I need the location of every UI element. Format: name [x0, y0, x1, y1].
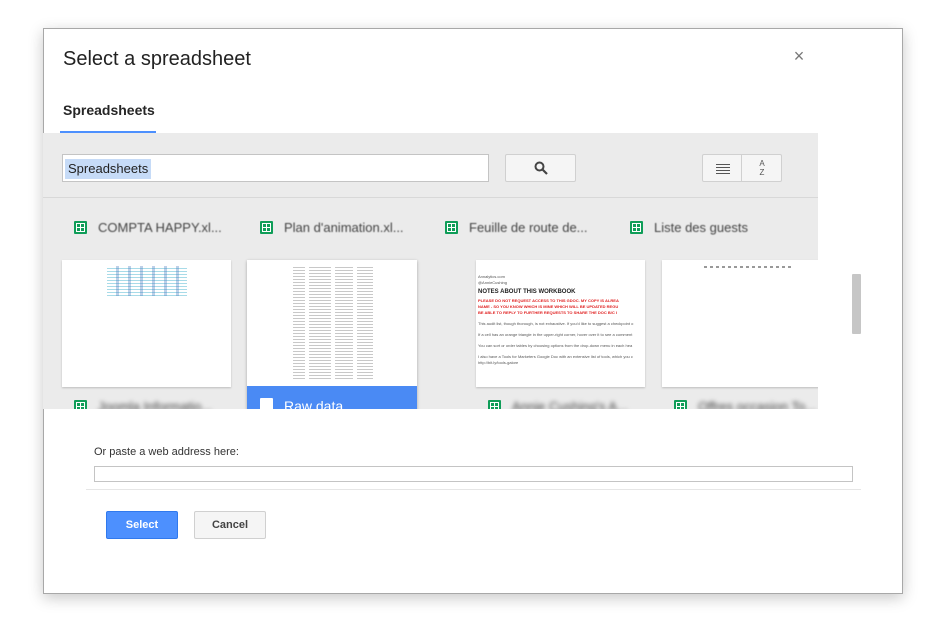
- file-card-label[interactable]: Offres occasion To...: [662, 395, 818, 409]
- thumbnail-text: Annalytics.com @AnnieCushing NOTES ABOUT…: [478, 274, 634, 365]
- file-card-label[interactable]: Annie Cushing's A...: [476, 395, 645, 409]
- file-thumbnail[interactable]: [662, 260, 818, 387]
- file-name: Annie Cushing's A...: [512, 399, 628, 409]
- cancel-button[interactable]: Cancel: [194, 511, 266, 539]
- file-card-label[interactable]: Joomla Informatio...: [62, 395, 231, 409]
- select-button[interactable]: Select: [106, 511, 178, 539]
- sort-az-icon: AZ: [759, 159, 765, 177]
- thumbnail-table-preview: [293, 265, 373, 379]
- file-name[interactable]: COMPTA HAPPY.xl...: [98, 220, 222, 235]
- list-view-icon: [716, 164, 730, 176]
- toolbar-divider: [43, 197, 818, 198]
- spreadsheet-icon: [260, 221, 273, 234]
- file-name: Offres occasion To...: [698, 399, 817, 409]
- search-icon: [534, 161, 548, 175]
- dialog-title: Select a spreadsheet: [63, 48, 251, 70]
- spreadsheet-icon: [74, 400, 87, 409]
- scrollbar-thumb[interactable]: [852, 274, 861, 334]
- footer-divider: [86, 489, 861, 490]
- spreadsheet-icon: [488, 400, 501, 409]
- file-name[interactable]: Feuille de route de...: [469, 220, 588, 235]
- spreadsheet-icon: [445, 221, 458, 234]
- close-icon[interactable]: ×: [790, 47, 808, 65]
- file-browser-panel: Spreadsheets AZ COMPTA HAPPY.xl... Plan …: [43, 133, 818, 409]
- spreadsheet-icon: [260, 398, 273, 409]
- file-name[interactable]: Plan d'animation.xl...: [284, 220, 404, 235]
- file-thumbnail[interactable]: [62, 260, 231, 387]
- tab-spreadsheets[interactable]: Spreadsheets: [63, 102, 155, 118]
- search-button[interactable]: [505, 154, 576, 182]
- list-view-button[interactable]: [702, 154, 742, 182]
- paste-url-label: Or paste a web address here:: [94, 446, 239, 458]
- thumbnail-table-preview: [704, 266, 792, 268]
- sort-button[interactable]: AZ: [742, 154, 782, 182]
- file-thumbnail[interactable]: Annalytics.com @AnnieCushing NOTES ABOUT…: [476, 260, 645, 387]
- spreadsheet-icon: [74, 221, 87, 234]
- search-input-value: Spreadsheets: [65, 159, 152, 179]
- search-input[interactable]: Spreadsheets: [62, 154, 489, 182]
- file-name: Raw data: [284, 398, 344, 409]
- file-name: Joomla Informatio...: [98, 399, 213, 409]
- thumbnail-table-preview: [107, 266, 187, 296]
- spreadsheet-icon: [674, 400, 687, 409]
- spreadsheet-icon: [630, 221, 643, 234]
- file-card-selected[interactable]: Raw data: [247, 260, 417, 409]
- paste-url-input[interactable]: [94, 466, 853, 482]
- file-name[interactable]: Liste des guests: [654, 220, 748, 235]
